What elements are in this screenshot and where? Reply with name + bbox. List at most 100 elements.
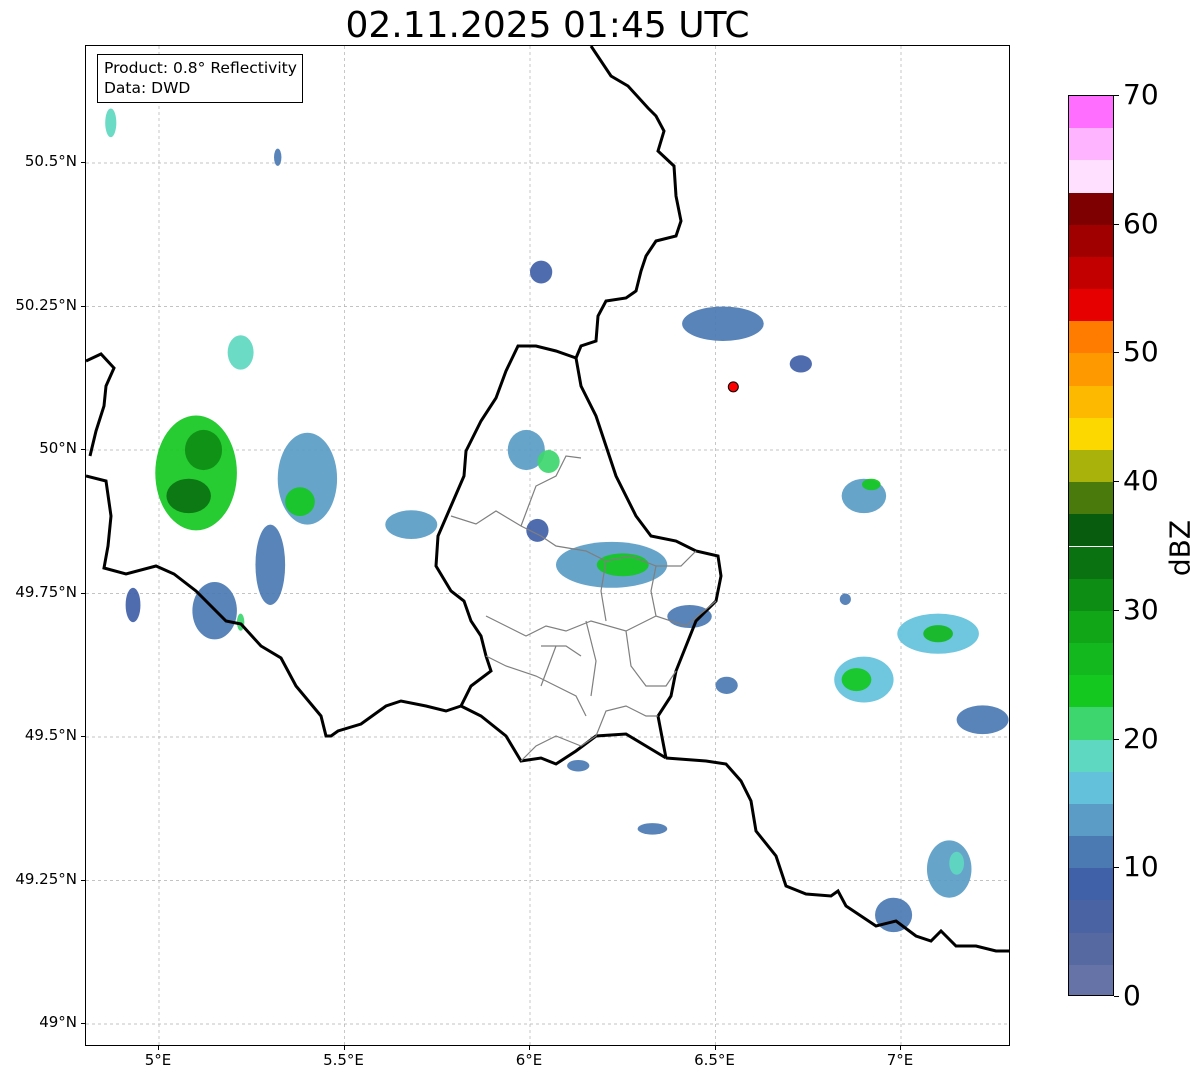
lat-tick-label: 49.5°N <box>24 726 77 744</box>
map-title: 02.11.2025 01:45 UTC <box>345 5 750 46</box>
colorbar-segment <box>1069 385 1113 418</box>
colorbar-tick-label: 0 <box>1123 979 1141 1012</box>
lat-tick-mark <box>81 162 85 163</box>
lat-tick-label: 50°N <box>39 439 77 457</box>
colorbar-segment <box>1069 643 1113 676</box>
colorbar-segment <box>1069 803 1113 837</box>
lat-tick-mark <box>81 449 85 450</box>
colorbar-tick-label: 30 <box>1123 592 1159 626</box>
colorbar-segment <box>1069 353 1113 386</box>
radar-echo <box>537 450 560 473</box>
radar-echo <box>949 851 965 875</box>
lon-tick-label: 6°E <box>515 1051 543 1069</box>
colorbar-segment <box>1069 578 1113 611</box>
colorbar-segment <box>1069 192 1113 225</box>
radar-map[interactable] <box>85 45 1010 1046</box>
radar-echo <box>667 604 712 628</box>
lon-tick-label: 5.5°E <box>323 1051 364 1069</box>
colorbar-segment <box>1069 514 1113 547</box>
colorbar-tick-label: 10 <box>1123 850 1159 884</box>
data-source-label: Data: DWD <box>104 79 191 97</box>
lon-tick-label: 6.5°E <box>694 1051 735 1069</box>
colorbar-segment <box>1069 932 1113 965</box>
colorbar-segment <box>1069 449 1113 483</box>
product-info-box: Product: 0.8° Reflectivity Data: DWD <box>97 54 303 103</box>
colorbar-segment <box>1069 256 1113 290</box>
colorbar-unit-label: dBZ <box>1163 519 1197 577</box>
radar-echo <box>285 487 315 517</box>
lon-tick-mark <box>714 1046 716 1050</box>
colorbar-segment <box>1069 707 1113 740</box>
colorbar-segment <box>1069 675 1113 708</box>
colorbar-segment <box>1069 836 1113 869</box>
radar-echo <box>274 148 282 166</box>
colorbar-segment <box>1069 417 1113 450</box>
colorbar-segment <box>1069 900 1113 933</box>
product-label: Product: 0.8° Reflectivity <box>104 59 297 77</box>
colorbar-segment <box>1069 546 1113 579</box>
radar-echo <box>530 260 553 284</box>
colorbar-tick-mark <box>1114 609 1119 611</box>
colorbar-tick-label: 70 <box>1123 78 1159 111</box>
colorbar-tick-mark <box>1114 223 1119 225</box>
radar-echo <box>385 510 438 539</box>
colorbar <box>1068 95 1114 996</box>
colorbar-tick-mark <box>1114 738 1119 740</box>
lon-tick-label: 7°E <box>886 1051 914 1069</box>
colorbar-segment <box>1069 739 1113 772</box>
lat-tick-label: 50.5°N <box>24 152 77 170</box>
colorbar-tick-mark <box>1114 481 1119 483</box>
lon-tick-mark <box>529 1046 530 1050</box>
border-be-de <box>574 46 683 359</box>
radar-echo <box>105 108 117 138</box>
lat-tick-label: 49.25°N <box>15 869 77 888</box>
lon-tick-mark <box>343 1046 345 1050</box>
colorbar-segment <box>1069 964 1113 995</box>
radar-echo <box>255 524 286 605</box>
radar-echo <box>956 705 1009 735</box>
lat-tick-mark <box>81 305 85 307</box>
radar-echo <box>926 840 972 898</box>
radar-echo <box>839 593 851 605</box>
map-canvas <box>86 46 1009 1045</box>
radar-echo <box>862 478 881 491</box>
colorbar-tick-mark <box>1114 352 1119 354</box>
radar-echo <box>166 478 211 514</box>
colorbar-segment <box>1069 482 1113 515</box>
colorbar-tick-label: 50 <box>1123 335 1159 369</box>
colorbar-tick-label: 20 <box>1123 721 1159 755</box>
radar-site-marker[interactable] <box>727 381 739 393</box>
colorbar-tick-mark <box>1114 867 1119 869</box>
colorbar-segment <box>1069 610 1113 644</box>
colorbar-segment <box>1069 224 1113 257</box>
lat-tick-mark <box>81 736 85 737</box>
colorbar-segment <box>1069 160 1113 193</box>
radar-echo <box>567 759 590 772</box>
lon-tick-mark <box>158 1046 159 1050</box>
lon-tick-mark <box>900 1046 901 1050</box>
colorbar-segment <box>1069 321 1113 354</box>
lat-tick-mark <box>81 879 85 881</box>
colorbar-tick-mark <box>1114 996 1119 997</box>
radar-echo <box>682 306 764 341</box>
lat-tick-mark <box>81 592 85 594</box>
radar-site-layer <box>727 381 739 393</box>
colorbar-segment <box>1069 96 1113 129</box>
radar-echoes <box>105 108 1009 933</box>
radar-echo <box>637 823 668 835</box>
colorbar-segment <box>1069 128 1113 161</box>
radar-echo <box>789 355 812 373</box>
radar-echo <box>715 676 738 694</box>
colorbar-tick-mark <box>1114 95 1119 96</box>
colorbar-segment <box>1069 771 1113 804</box>
radar-echo <box>184 429 223 471</box>
radar-echo <box>841 668 872 692</box>
colorbar-segment <box>1069 289 1113 322</box>
lat-tick-label: 49°N <box>39 1013 77 1031</box>
radar-echo <box>125 587 141 623</box>
radar-echo <box>923 625 953 643</box>
map-gridlines <box>86 46 1009 1045</box>
radar-echo <box>227 335 254 370</box>
lon-tick-label: 5°E <box>144 1051 172 1069</box>
lat-tick-label: 49.75°N <box>15 582 77 601</box>
